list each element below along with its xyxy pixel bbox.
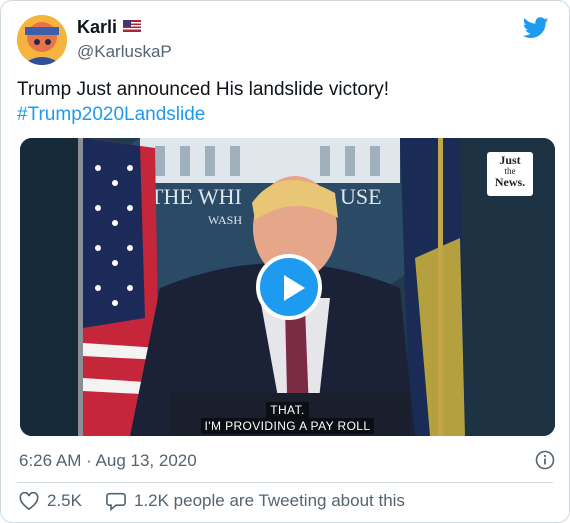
conversation-text: 1.2K people are Tweeting about this [133, 491, 405, 510]
us-flag-icon [123, 19, 142, 37]
video-player[interactable]: THE WHI USE WASH Just the News. THAT. I'… [20, 138, 555, 436]
like-button[interactable]: 2.5K [19, 491, 82, 511]
conversation-link[interactable]: 1.2K people are Tweeting about this [106, 491, 405, 511]
display-name[interactable]: Karli [77, 17, 117, 38]
divider [17, 482, 553, 483]
tweet-body: Trump Just announced His landslide victo… [17, 79, 390, 100]
badge-line-3: News. [494, 175, 526, 189]
twitter-bird-icon[interactable] [522, 17, 549, 39]
sign-text-small: WASH [208, 213, 242, 227]
sign-text-left: THE WHI [150, 184, 242, 209]
tweet-timestamp[interactable]: 6:26 AM · Aug 13, 2020 [19, 451, 197, 471]
just-the-news-badge: Just the News. [487, 152, 533, 196]
tweet-card[interactable]: Karli @KarluskaP Trump Just announced Hi… [0, 0, 570, 523]
sign-text-right: USE [340, 184, 382, 209]
like-count: 2.5K [47, 491, 82, 510]
hashtag-link[interactable]: #Trump2020Landslide [17, 102, 553, 127]
video-caption-line-1: THAT. [20, 402, 555, 418]
video-caption-line-2: I'M PROVIDING A PAY ROLL [20, 418, 555, 434]
heart-icon [19, 492, 39, 510]
author-handle[interactable]: @KarluskaP [77, 42, 172, 62]
badge-line-1: Just [499, 153, 521, 167]
engagement-bar: 2.5K 1.2K people are Tweeting about this [19, 490, 405, 512]
play-button[interactable] [256, 254, 322, 320]
avatar[interactable] [17, 15, 67, 65]
play-icon [284, 275, 305, 301]
author-info: Karli @KarluskaP [77, 17, 172, 62]
speech-bubble-icon [106, 492, 126, 511]
tweet-text: Trump Just announced His landslide victo… [17, 77, 553, 127]
info-icon[interactable] [535, 450, 555, 470]
tweet-header: Karli @KarluskaP [17, 15, 553, 67]
